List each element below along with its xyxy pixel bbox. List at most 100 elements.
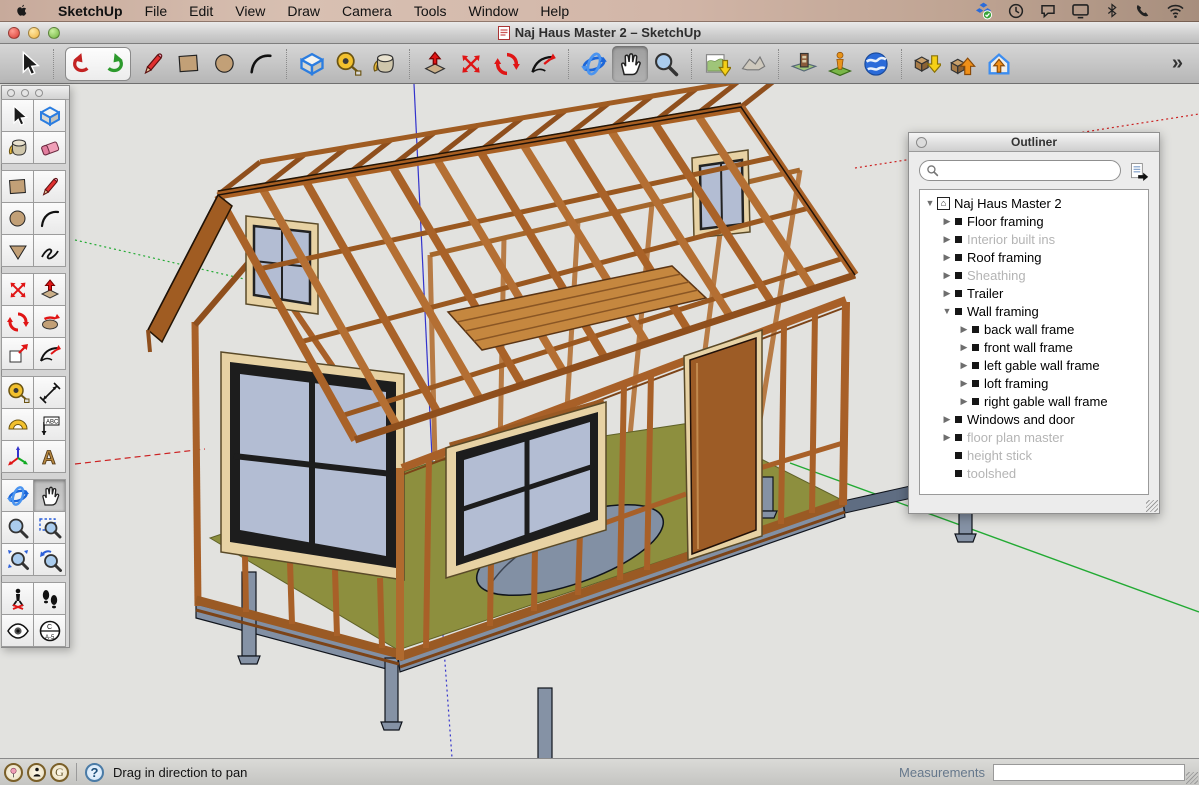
orbit-tool-button[interactable] [1,479,34,512]
outliner-item-right-gable-wall-frame[interactable]: ▶right gable wall frame [920,392,1148,410]
orbit-tool-button[interactable] [576,46,612,82]
redo-button[interactable] [98,49,128,79]
disclosure-triangle-icon[interactable]: ▶ [958,378,970,389]
zoom-tool-button[interactable] [1,511,34,544]
freehand-tool-button[interactable] [33,234,66,267]
walk-tool-button[interactable] [33,582,66,615]
zoomwin-tool-button[interactable] [33,511,66,544]
disclosure-triangle-icon[interactable]: ▶ [958,324,970,335]
circle-tool-button[interactable] [1,202,34,235]
disclosure-triangle-icon[interactable]: ▶ [958,396,970,407]
outliner-item-trailer[interactable]: ▶Trailer [920,284,1148,302]
section-tool-button[interactable] [33,614,66,647]
chat-icon[interactable] [1039,2,1057,20]
zoomext-tool-button[interactable] [1,543,34,576]
window-title-bar[interactable]: Naj Haus Master 2 – SketchUp [0,22,1199,44]
outliner-item-loft-framing[interactable]: ▶loft framing [920,374,1148,392]
outliner-item-wall-framing[interactable]: ▼Wall framing [920,302,1148,320]
disclosure-triangle-icon[interactable]: ▶ [941,432,953,443]
disclosure-triangle-icon[interactable]: ▶ [941,270,953,281]
credit-icon[interactable] [27,763,46,782]
select-tool-button[interactable] [1,99,34,132]
followme-tool-button[interactable] [33,337,66,370]
toolbar-overflow-button[interactable]: » [1172,52,1183,75]
disclosure-triangle-icon[interactable]: ▶ [958,342,970,353]
upload-tool-button[interactable] [945,46,981,82]
outliner-item-interior-built-ins[interactable]: ▶Interior built ins [920,230,1148,248]
outliner-item-sheathing[interactable]: ▶Sheathing [920,266,1148,284]
geolocation-icon[interactable] [4,763,23,782]
palette-close-button[interactable] [7,89,15,97]
arc-tool-button[interactable] [33,202,66,235]
pushpull-tool-button[interactable] [417,46,453,82]
tape-tool-button[interactable] [1,376,34,409]
protractor-tool-button[interactable] [1,408,34,441]
terrain-tool-button[interactable] [735,46,771,82]
menu-file[interactable]: File [134,0,179,22]
circle-tool-button[interactable] [207,46,243,82]
text3d-tool-button[interactable] [33,440,66,473]
line-tool-button[interactable] [135,46,171,82]
apple-menu-icon[interactable] [14,3,29,19]
outliner-item-front-wall-frame[interactable]: ▶front wall frame [920,338,1148,356]
bucket-tool-button[interactable] [1,131,34,164]
pan-tool-button[interactable] [612,46,648,82]
outliner-item-floor-framing[interactable]: ▶Floor framing [920,212,1148,230]
help-icon[interactable]: ? [85,763,104,782]
menu-camera[interactable]: Camera [331,0,403,22]
google-signin-icon[interactable]: G [50,763,69,782]
zoom-tool-button[interactable] [648,46,684,82]
tool-palette-title-bar[interactable] [2,86,69,100]
outliner-resize-grip[interactable] [1146,500,1158,512]
rectangle-tool-button[interactable] [171,46,207,82]
outliner-item-floor-plan-master[interactable]: ▶floor plan master [920,428,1148,446]
menu-edit[interactable]: Edit [178,0,224,22]
text-tool-button[interactable] [33,408,66,441]
rotate-tool-button[interactable] [489,46,525,82]
pushpull-tool-button[interactable] [33,273,66,306]
line-tool-button[interactable] [33,170,66,203]
addlocation-tool-button[interactable] [699,46,735,82]
measurements-input[interactable] [993,764,1185,781]
getmodels-tool-button[interactable] [909,46,945,82]
disclosure-triangle-icon[interactable]: ▶ [958,360,970,371]
outliner-item-back-wall-frame[interactable]: ▶back wall frame [920,320,1148,338]
disclosure-triangle-icon[interactable]: ▼ [924,198,936,208]
undo-button[interactable] [68,49,98,79]
pan-tool-button[interactable] [33,479,66,512]
outliner-item-height-stick[interactable]: height stick [920,446,1148,464]
menu-window[interactable]: Window [458,0,530,22]
disclosure-triangle-icon[interactable]: ▶ [941,288,953,299]
share-tool-button[interactable] [981,46,1017,82]
dropbox-icon[interactable] [974,1,993,20]
menu-tools[interactable]: Tools [403,0,458,22]
earth-tool-button[interactable] [858,46,894,82]
eraser-tool-button[interactable] [33,131,66,164]
move-tool-button[interactable] [1,273,34,306]
poscamera-tool-button[interactable] [1,582,34,615]
phototex-tool-button[interactable] [786,46,822,82]
select-tool-button[interactable] [10,46,46,82]
bluetooth-icon[interactable] [1104,2,1120,19]
rectangle-tool-button[interactable] [1,170,34,203]
move-tool-button[interactable] [453,46,489,82]
bucket-tool-button[interactable] [366,46,402,82]
display-icon[interactable] [1071,1,1090,20]
dimension-tool-button[interactable] [33,376,66,409]
axes-tool-button[interactable] [1,440,34,473]
scale-tool-button[interactable] [1,337,34,370]
wifi-icon[interactable] [1166,1,1185,20]
followme-tool-button[interactable] [525,46,561,82]
offset-tool-button[interactable] [33,305,66,338]
polygon-tool-button[interactable] [1,234,34,267]
person-tool-button[interactable] [822,46,858,82]
disclosure-triangle-icon[interactable]: ▶ [941,234,953,245]
menu-draw[interactable]: Draw [276,0,331,22]
disclosure-triangle-icon[interactable]: ▶ [941,414,953,425]
outliner-item-naj-haus-master-2[interactable]: ▼⌂Naj Haus Master 2 [920,194,1148,212]
tape-tool-button[interactable] [330,46,366,82]
time-machine-icon[interactable] [1007,2,1025,20]
component-tool-button[interactable] [33,99,66,132]
menu-help[interactable]: Help [529,0,580,22]
outliner-search-input[interactable] [939,163,1089,179]
